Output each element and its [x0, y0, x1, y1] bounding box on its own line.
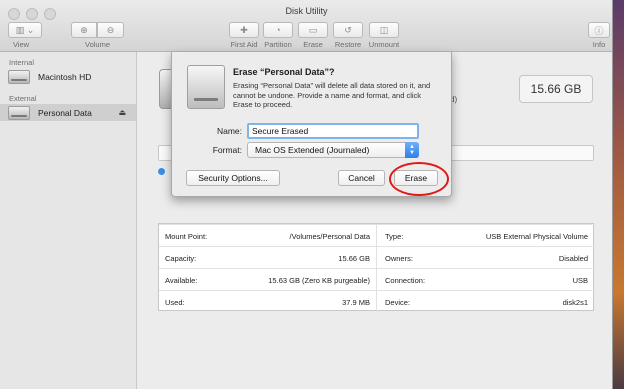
dialog-message: Erasing “Personal Data” will delete all …: [233, 81, 431, 109]
window-title: Disk Utility: [285, 6, 328, 16]
info-label: Device:: [385, 298, 411, 307]
unmount-label: Unmount: [368, 40, 400, 49]
erase-toolbar-button[interactable]: ▭: [298, 22, 328, 38]
info-label: Type:: [385, 232, 404, 241]
view-label: View: [12, 40, 30, 49]
disk-utility-window: Disk Utility ▥ ⌄ View ⊕ ⊖ Volume ✚ First…: [0, 0, 613, 389]
partition-icon: ◔: [275, 25, 281, 35]
info-value: disk2s1: [562, 298, 588, 307]
view-button[interactable]: ▥ ⌄: [8, 22, 42, 38]
format-select[interactable]: Mac OS Extended (Journaled) ▲ ▼: [247, 142, 419, 158]
erase-label: Erase: [303, 40, 323, 49]
cancel-button[interactable]: Cancel: [338, 170, 385, 186]
stethoscope-icon: ✚: [240, 24, 248, 35]
volume-label: Volume: [84, 40, 111, 49]
external-disk-icon: [187, 65, 225, 109]
info-value: 15.66 GB: [338, 254, 370, 263]
info-label: Capacity:: [165, 254, 197, 263]
toolbar: Disk Utility ▥ ⌄ View ⊕ ⊖ Volume ✚ First…: [0, 0, 612, 52]
info-row: Available: 15.63 GB (Zero KB purgeable) …: [159, 268, 595, 290]
sidebar-item-label: Personal Data: [38, 107, 92, 118]
sidebar-icon: ▥ ⌄: [15, 24, 35, 35]
sidebar-item-macintosh-hd[interactable]: Macintosh HD: [0, 68, 136, 85]
format-selected-value: Mac OS Extended (Journaled): [255, 145, 370, 155]
restore-icon: ↺: [344, 24, 352, 35]
info-icon: ⓘ: [594, 25, 604, 36]
sidebar-header-external: External: [9, 94, 37, 103]
first-aid-button[interactable]: ✚: [229, 22, 259, 38]
updown-arrows-icon: ▲ ▼: [405, 142, 419, 158]
remove-volume-icon: ⊖: [106, 24, 115, 35]
info-value: USB External Physical Volume: [485, 232, 588, 241]
eject-icon[interactable]: ⏏: [118, 108, 126, 117]
sidebar-item-personal-data[interactable]: Personal Data ⏏: [0, 104, 136, 121]
sidebar-item-label: Macintosh HD: [38, 71, 92, 82]
format-label: Format:: [212, 145, 242, 155]
info-value: 15.63 GB (Zero KB purgeable): [268, 276, 370, 285]
volume-info-table: Mount Point: /Volumes/Personal Data Type…: [158, 223, 595, 312]
info-label: Connection:: [385, 276, 426, 285]
info-row: Mount Point: /Volumes/Personal Data Type…: [159, 224, 595, 246]
restore-label: Restore: [334, 40, 362, 49]
remove-volume-button[interactable]: ⊖: [97, 22, 124, 38]
info-label: Info: [592, 40, 606, 49]
internal-disk-icon: [8, 69, 30, 84]
partition-label: Partition: [264, 40, 292, 49]
add-volume-button[interactable]: ⊕: [71, 22, 97, 38]
info-label: Used:: [165, 298, 185, 307]
security-options-button[interactable]: Security Options...: [186, 170, 280, 186]
eraser-icon: ▭: [308, 24, 318, 35]
first-aid-label: First Aid: [230, 40, 258, 49]
external-disk-icon: [8, 105, 30, 120]
info-value: Disabled: [558, 254, 588, 263]
info-value: /Volumes/Personal Data: [289, 232, 370, 241]
sidebar-header-internal: Internal: [9, 58, 35, 67]
info-value: 37.9 MB: [342, 298, 370, 307]
name-label: Name:: [216, 126, 242, 136]
sidebar: Internal Macintosh HD External Personal …: [0, 52, 137, 389]
unmount-button[interactable]: ◫: [369, 22, 399, 38]
unmount-icon: ◫: [379, 24, 389, 35]
info-value: USB: [572, 276, 588, 285]
info-row: Used: 37.9 MB Device: disk2s1: [159, 290, 595, 312]
info-label: Mount Point:: [165, 232, 208, 241]
partition-button[interactable]: ◔: [263, 22, 293, 38]
restore-button[interactable]: ↺: [333, 22, 363, 38]
info-label: Available:: [165, 276, 198, 285]
desktop-background: [613, 0, 624, 389]
erase-highlight-annotation: [389, 162, 449, 196]
info-button[interactable]: ⓘ: [588, 22, 610, 38]
name-input[interactable]: [247, 123, 419, 139]
add-volume-icon: ⊕: [80, 24, 88, 35]
used-legend-dot: [158, 168, 165, 175]
dialog-title: Erase “Personal Data”?: [233, 67, 335, 77]
info-label: Owners:: [385, 254, 413, 263]
info-row: Capacity: 15.66 GB Owners: Disabled: [159, 246, 595, 268]
capacity-display: 15.66 GB: [519, 75, 593, 103]
